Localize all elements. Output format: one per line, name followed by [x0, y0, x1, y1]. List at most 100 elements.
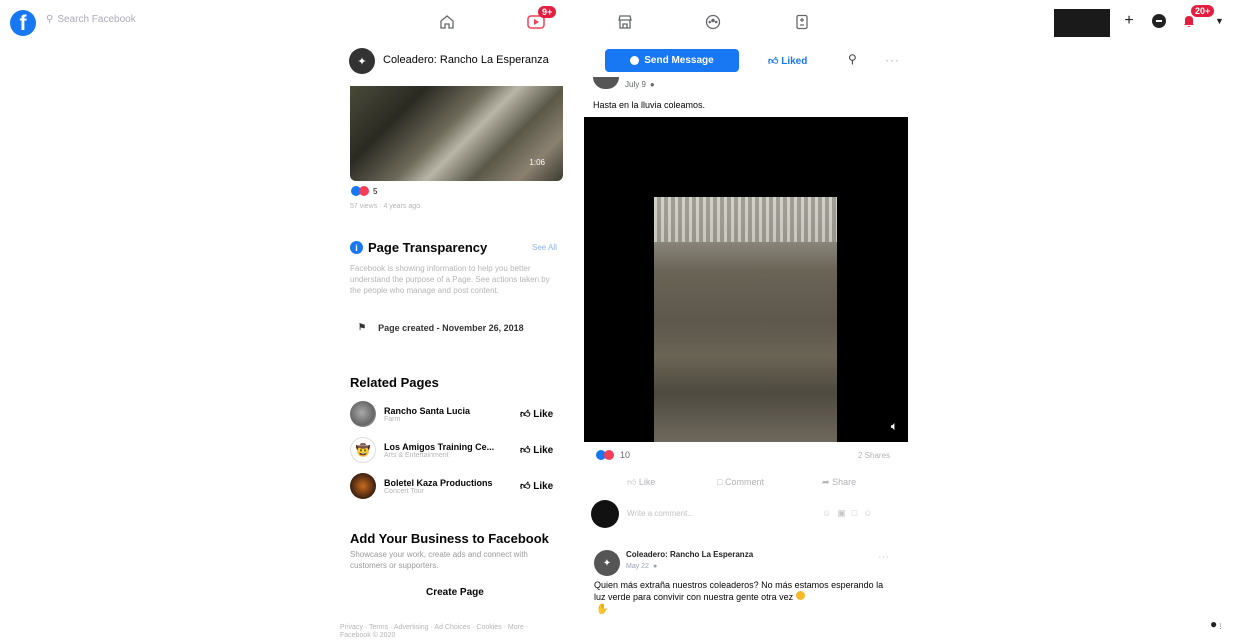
- marketplace-icon[interactable]: [611, 10, 639, 34]
- watch-badge: 9+: [538, 6, 557, 18]
- liked-button[interactable]: 👍︎ Liked: [768, 55, 807, 67]
- post-reaction-count: 10: [620, 450, 631, 460]
- reaction-count: 5: [373, 186, 378, 196]
- like-page-button[interactable]: 👍︎ Like: [520, 444, 553, 456]
- like-page-button[interactable]: 👍︎ Like: [520, 480, 553, 492]
- send-message-label: Send Message: [644, 55, 714, 66]
- contacts-icon[interactable]: ●⋮: [1210, 617, 1223, 631]
- video-thumbnail[interactable]: 1:06: [350, 86, 563, 181]
- post-date[interactable]: May 22: [626, 563, 649, 570]
- post-like-button[interactable]: 👍︎ Like: [627, 477, 655, 488]
- like-page-button[interactable]: 👍︎ Like: [520, 408, 553, 420]
- account-menu-caret-icon[interactable]: ▼: [1215, 16, 1224, 26]
- post-author-name[interactable]: Coleadero: Rancho La Esperanza: [626, 550, 753, 559]
- related-page-avatar[interactable]: 🤠: [350, 437, 376, 463]
- post-text: Hasta en la lluvia coleamos.: [593, 100, 706, 110]
- page-title[interactable]: Coleadero: Rancho La Esperanza: [383, 54, 549, 66]
- post-text: Quien más extraña nuestros coleaderos? N…: [594, 580, 894, 603]
- post-date-row: July 9 ●: [625, 80, 655, 89]
- footer-links[interactable]: Privacy · Terms · Advertising · Ad Choic…: [340, 624, 560, 640]
- search-bar[interactable]: ⚲ Search Facebook: [46, 14, 136, 25]
- thumbs-up-icon: 👍︎: [627, 477, 637, 487]
- related-page-name[interactable]: Boletel Kaza Productions: [384, 478, 493, 488]
- related-page-name[interactable]: Los Amigos Training Ce...: [384, 442, 494, 452]
- groups-icon[interactable]: [699, 10, 727, 34]
- facebook-logo[interactable]: f: [10, 10, 36, 36]
- related-page-category: Farm: [384, 415, 401, 423]
- gif-icon[interactable]: □: [852, 508, 857, 519]
- gaming-icon[interactable]: [788, 10, 816, 34]
- globe-icon: ●: [649, 80, 655, 89]
- see-all-link[interactable]: See All: [532, 243, 557, 252]
- notifications-badge: 20+: [1191, 5, 1215, 17]
- page-created-row: ⚑ Page created - November 26, 2018: [358, 322, 524, 333]
- post-share-button[interactable]: ➦︎ Share: [822, 477, 856, 488]
- related-page-item[interactable]: Rancho Santa Lucia Farm 👍︎ Like: [350, 399, 560, 429]
- liked-label: Liked: [781, 56, 808, 67]
- add-business-text: Showcase your work, create ads and conne…: [350, 550, 528, 570]
- flag-icon: ⚑: [358, 322, 367, 332]
- related-page-item[interactable]: 🤠 Los Amigos Training Ce... Arts & Enter…: [350, 435, 560, 465]
- video-duration: 1:06: [529, 158, 545, 167]
- profile-button[interactable]: [1054, 9, 1110, 37]
- post-video[interactable]: 🔈︎: [584, 117, 908, 442]
- post-options-icon[interactable]: ···: [878, 551, 889, 563]
- emoji-icon[interactable]: ☺: [822, 508, 831, 519]
- transparency-description: Facebook is showing information to help …: [350, 264, 550, 295]
- post-author-avatar[interactable]: ✦: [594, 550, 620, 576]
- search-placeholder: Search Facebook: [57, 14, 136, 25]
- love-reaction-icon: [359, 186, 369, 196]
- video-meta: 57 views · 4 years ago: [350, 203, 421, 210]
- page-created-text: Page created - November 26, 2018: [378, 322, 524, 333]
- page-search-icon[interactable]: ⚲: [848, 52, 857, 66]
- like-label: Like: [533, 445, 554, 456]
- page-avatar[interactable]: ✦: [349, 48, 375, 74]
- info-icon: i: [350, 241, 363, 254]
- post-reactions[interactable]: 10: [596, 450, 630, 460]
- thumbs-up-icon: 👍︎: [768, 56, 779, 67]
- plus-icon[interactable]: +: [1122, 12, 1136, 30]
- post-text-content: Quien más extraña nuestros coleaderos? N…: [594, 580, 884, 602]
- related-page-item[interactable]: Boletel Kaza Productions Concert Tour 👍︎…: [350, 471, 560, 501]
- transparency-title: Page Transparency: [368, 240, 488, 255]
- comment-tools: ☺ ▣ □ ☺: [822, 508, 872, 519]
- post-comment-button[interactable]: □ Comment: [717, 477, 764, 487]
- messenger-icon[interactable]: [1152, 14, 1166, 28]
- more-options-icon[interactable]: ···: [885, 53, 900, 67]
- video-reactions[interactable]: 5: [351, 186, 377, 196]
- watch-icon[interactable]: 9+: [522, 6, 557, 34]
- globe-icon: ●: [652, 563, 658, 570]
- love-reaction-icon: [604, 450, 614, 460]
- like-label: Like: [533, 481, 554, 492]
- related-page-name[interactable]: Rancho Santa Lucia: [384, 406, 470, 416]
- video-fence: [654, 197, 837, 242]
- messenger-icon: [630, 56, 640, 65]
- related-page-avatar[interactable]: [350, 473, 376, 499]
- create-page-button[interactable]: Create Page: [426, 587, 484, 598]
- post-author-avatar[interactable]: [593, 77, 619, 89]
- share-icon: ➦︎: [822, 477, 830, 487]
- volume-icon[interactable]: 🔈︎: [891, 419, 898, 434]
- user-avatar[interactable]: [591, 500, 619, 528]
- search-icon: ⚲: [46, 14, 54, 25]
- related-page-category: Arts & Entertainment: [384, 451, 449, 459]
- transparency-header: i Page Transparency: [350, 240, 487, 255]
- post-date[interactable]: July 9: [625, 80, 646, 89]
- camera-icon[interactable]: ▣: [837, 508, 846, 519]
- post-date-row: May 22 ●: [626, 563, 657, 570]
- send-message-button[interactable]: Send Message: [605, 49, 739, 72]
- comment-label: Comment: [724, 477, 764, 487]
- home-icon[interactable]: [433, 10, 461, 34]
- sticker-icon[interactable]: ☺: [863, 508, 872, 519]
- like-label: Like: [533, 409, 554, 420]
- related-page-avatar[interactable]: [350, 401, 376, 427]
- share-label: Share: [832, 477, 857, 487]
- comment-icon: □: [717, 477, 723, 487]
- like-label: Like: [638, 477, 656, 487]
- post-share-count[interactable]: 2 Shares: [858, 451, 890, 460]
- comment-input[interactable]: Write a comment...: [627, 509, 694, 518]
- related-pages-title: Related Pages: [350, 375, 439, 390]
- video-frame: [654, 197, 837, 442]
- notifications-icon[interactable]: 20+: [1182, 5, 1215, 28]
- related-page-category: Concert Tour: [384, 487, 424, 495]
